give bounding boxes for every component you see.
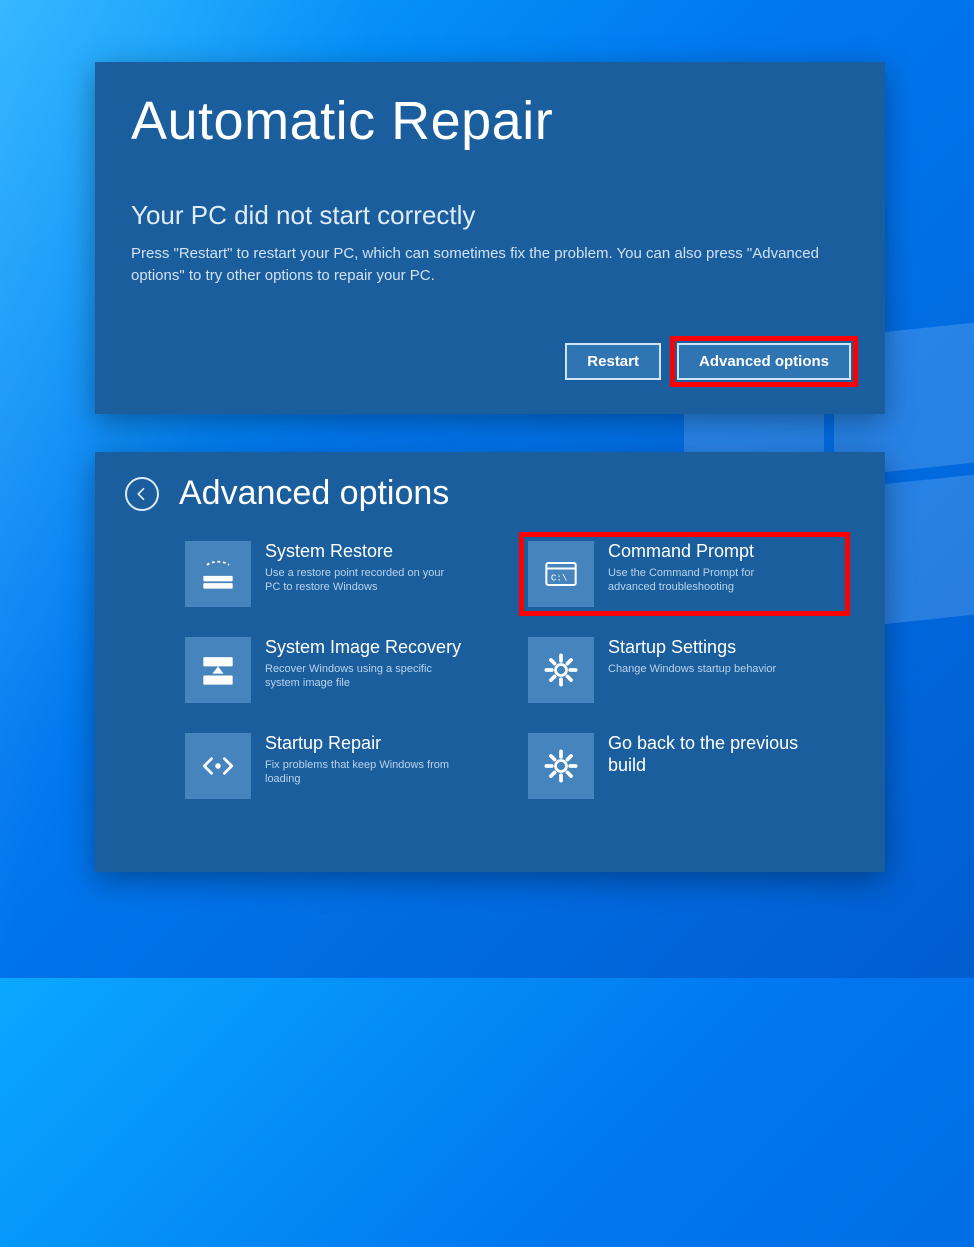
tile-desc: Use the Command Prompt for advanced trou… (608, 566, 798, 596)
advanced-options-title: Advanced options (179, 474, 449, 513)
tile-startup-settings[interactable]: Startup Settings Change Windows startup … (524, 633, 845, 707)
cmd-icon: C:\ (528, 541, 594, 607)
automatic-repair-panel: Automatic Repair Your PC did not start c… (95, 62, 885, 414)
button-row: Restart Advanced options (565, 343, 851, 380)
svg-text:C:\: C:\ (551, 572, 567, 583)
arrow-left-icon (133, 485, 151, 503)
tile-desc: Change Windows startup behavior (608, 662, 776, 677)
tile-command-prompt[interactable]: C:\ Command Prompt Use the Command Promp… (524, 537, 845, 611)
tile-system-restore[interactable]: System Restore Use a restore point recor… (181, 537, 502, 611)
gear-icon (528, 733, 594, 799)
tile-desc: Fix problems that keep Windows from load… (265, 758, 455, 788)
error-body-text: Press "Restart" to restart your PC, whic… (131, 243, 849, 287)
image-recovery-icon (185, 637, 251, 703)
advanced-options-header: Advanced options (125, 474, 855, 513)
restore-icon (185, 541, 251, 607)
tile-title: System Image Recovery (265, 637, 461, 659)
tile-desc: Recover Windows using a specific system … (265, 662, 455, 692)
tile-go-back-previous-build[interactable]: Go back to the previous build (524, 729, 845, 803)
code-icon (185, 733, 251, 799)
error-subtitle: Your PC did not start correctly (131, 200, 849, 231)
tile-title: Command Prompt (608, 541, 798, 563)
restart-button[interactable]: Restart (565, 343, 661, 380)
advanced-options-panel: Advanced options System Restore Use a re… (95, 452, 885, 872)
page-title: Automatic Repair (131, 90, 849, 152)
tile-desc: Use a restore point recorded on your PC … (265, 566, 455, 596)
advanced-options-button[interactable]: Advanced options (677, 343, 851, 380)
tile-grid: System Restore Use a restore point recor… (125, 537, 855, 803)
tile-title: Startup Settings (608, 637, 776, 659)
tile-startup-repair[interactable]: Startup Repair Fix problems that keep Wi… (181, 729, 502, 803)
tile-title: Go back to the previous build (608, 733, 841, 776)
tile-title: Startup Repair (265, 733, 455, 755)
tile-title: System Restore (265, 541, 455, 563)
back-button[interactable] (125, 477, 159, 511)
tile-system-image-recovery[interactable]: System Image Recovery Recover Windows us… (181, 633, 502, 707)
gear-icon (528, 637, 594, 703)
